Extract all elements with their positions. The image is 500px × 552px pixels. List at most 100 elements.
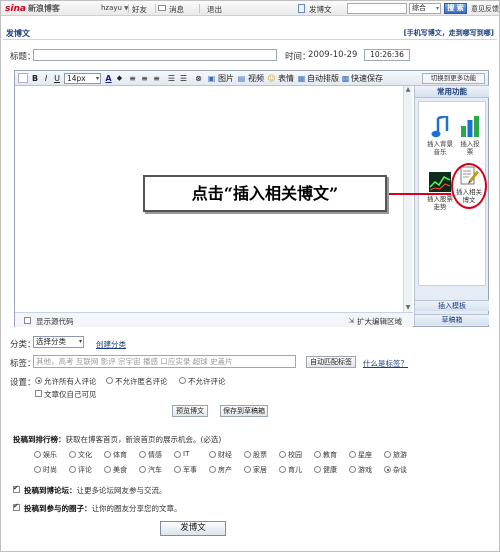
- circle-section-title: 投稿到参与的圈子：让你的圈友分享您的文章。: [24, 504, 182, 513]
- page-header: 发博文 [手机写博文，走到哪写到哪]: [3, 26, 497, 40]
- ranking-category-label: 军事: [183, 466, 197, 474]
- allow-all-comments-radio[interactable]: [35, 377, 42, 384]
- insert-music-label[interactable]: 插入背景 音乐: [425, 140, 455, 156]
- logo-brand: sina: [5, 3, 26, 14]
- unordered-list-icon[interactable]: ☰: [179, 73, 188, 84]
- ranking-category-radio[interactable]: [314, 451, 321, 458]
- private-checkbox[interactable]: [35, 390, 42, 397]
- ranking-category-radio[interactable]: [384, 466, 391, 473]
- ranking-category-radio[interactable]: [349, 466, 356, 473]
- username-menu[interactable]: hzayu ▼: [101, 4, 129, 12]
- edit-doc-icon: [298, 4, 305, 13]
- ranking-category-radio[interactable]: [69, 451, 76, 458]
- expand-editor-link[interactable]: 扩大编辑区域: [357, 316, 402, 327]
- ranking-category-radio[interactable]: [314, 466, 321, 473]
- quick-save-button[interactable]: 快速保存: [351, 73, 383, 84]
- publish-button[interactable]: 发博文: [160, 521, 226, 536]
- font-size-select[interactable]: 14px: [64, 73, 101, 84]
- ranking-category-radio[interactable]: [279, 451, 286, 458]
- ranking-category-label: 旅游: [393, 451, 407, 459]
- ranking-category-radio[interactable]: [139, 466, 146, 473]
- title-label: 标题：: [10, 52, 36, 62]
- ranking-category-radio[interactable]: [384, 451, 391, 458]
- ranking-category-radio[interactable]: [209, 451, 216, 458]
- scroll-up-icon[interactable]: ▲: [404, 86, 412, 94]
- no-anonymous-comments-radio[interactable]: [106, 377, 113, 384]
- link-icon[interactable]: ⊗: [194, 73, 203, 84]
- insert-template-tab[interactable]: 插入模板: [415, 300, 489, 311]
- top-search-input[interactable]: [347, 3, 407, 14]
- video-button[interactable]: 视频: [248, 73, 264, 84]
- ranking-category-radio[interactable]: [104, 466, 111, 473]
- search-button[interactable]: 搜 索: [444, 3, 467, 14]
- category-select[interactable]: 选择分类: [33, 336, 84, 348]
- feedback-link[interactable]: 意见反馈: [471, 4, 499, 14]
- drafts-tab[interactable]: 草稿箱: [415, 314, 489, 325]
- align-right-icon[interactable]: ≡: [152, 73, 161, 84]
- search-scope-select[interactable]: 综合: [409, 3, 441, 14]
- align-left-icon[interactable]: ≡: [128, 73, 137, 84]
- emoticon-button[interactable]: 表情: [278, 73, 294, 84]
- ranking-category-label: 游戏: [358, 466, 372, 474]
- circle-checkbox[interactable]: [13, 502, 20, 511]
- ranking-category-label: 财经: [218, 451, 232, 459]
- create-category-link[interactable]: 创建分类: [96, 339, 126, 350]
- switch-more-functions-button[interactable]: 切换到更多功能: [422, 73, 485, 84]
- time-label: 时间：: [285, 52, 311, 62]
- vote-chart-icon[interactable]: [460, 116, 480, 138]
- ordered-list-icon[interactable]: ☰: [167, 73, 176, 84]
- divider: [155, 4, 156, 13]
- editor-scrollbar[interactable]: ▲ ▼: [403, 86, 412, 312]
- allow-all-comments-label: 允许所有人评论: [44, 377, 97, 386]
- ranking-category-radio[interactable]: [209, 466, 216, 473]
- what-is-tag-link[interactable]: 什么是标签？: [363, 358, 408, 369]
- underline-button[interactable]: U: [53, 73, 61, 84]
- tags-input[interactable]: 其他，高考 互联网 影评 宗宇宙 播感 口应实录 超球 史盖片: [33, 355, 296, 368]
- sina-blog-logo[interactable]: sina 新浪博客: [5, 3, 60, 14]
- post-date[interactable]: 2009-10-29: [308, 50, 357, 60]
- ranking-category-radio[interactable]: [174, 466, 181, 473]
- mobile-post-link[interactable]: [手机写博文，走到哪写到哪]: [404, 28, 494, 38]
- ranking-category-label: 时尚: [43, 466, 57, 474]
- expand-icon[interactable]: ⇲: [348, 316, 354, 325]
- music-note-icon[interactable]: [431, 116, 449, 138]
- title-input[interactable]: [33, 49, 277, 61]
- ranking-category-radio[interactable]: [34, 466, 41, 473]
- ranking-category-radio[interactable]: [104, 451, 111, 458]
- ranking-category-radio[interactable]: [139, 451, 146, 458]
- ranking-category-radio[interactable]: [34, 451, 41, 458]
- ranking-category-label: IT: [183, 450, 190, 458]
- top-navigation-bar: sina 新浪博客 hzayu▼ 好友 消息 退出 发博文 综合 搜 索 意见反…: [1, 1, 499, 16]
- ranking-category-radio[interactable]: [174, 451, 181, 458]
- no-comments-radio[interactable]: [179, 377, 186, 384]
- ranking-category-radio[interactable]: [69, 466, 76, 473]
- ranking-category-radio[interactable]: [244, 466, 251, 473]
- auto-match-tags-button[interactable]: 自动匹配标签: [306, 356, 356, 368]
- preview-button[interactable]: 预览博文: [172, 405, 208, 417]
- auto-layout-button[interactable]: 自动排版: [307, 73, 339, 84]
- insert-vote-label[interactable]: 插入投票: [455, 140, 485, 156]
- scroll-down-icon[interactable]: ▼: [404, 304, 412, 312]
- logout-link[interactable]: 退出: [207, 4, 222, 15]
- clear-format-icon[interactable]: ◆: [115, 73, 124, 84]
- stock-chart-icon[interactable]: [429, 172, 451, 192]
- ranking-category-radio[interactable]: [244, 451, 251, 458]
- font-color-icon[interactable]: A: [104, 73, 113, 84]
- post-blog-menu[interactable]: 发博文: [309, 4, 332, 15]
- align-center-icon[interactable]: ≡: [140, 73, 149, 84]
- bold-button[interactable]: B: [31, 73, 39, 84]
- show-source-checkbox[interactable]: [24, 317, 31, 324]
- auto-layout-icon: ▦: [297, 74, 306, 83]
- messages-menu[interactable]: 消息: [169, 4, 184, 15]
- ranking-category-radio[interactable]: [349, 451, 356, 458]
- save-draft-button[interactable]: 保存到草稿箱: [220, 405, 268, 417]
- insert-stock-label[interactable]: 插入股票 走势: [425, 195, 455, 211]
- post-time-input[interactable]: 10:26:36: [364, 49, 410, 61]
- forum-checkbox[interactable]: [13, 484, 20, 493]
- image-button[interactable]: 图片: [218, 73, 234, 84]
- undo-icon[interactable]: [18, 73, 28, 83]
- friends-link[interactable]: 好友: [132, 4, 147, 15]
- quick-save-icon: ▩: [341, 74, 350, 83]
- ranking-category-radio[interactable]: [279, 466, 286, 473]
- italic-button[interactable]: I: [42, 73, 50, 84]
